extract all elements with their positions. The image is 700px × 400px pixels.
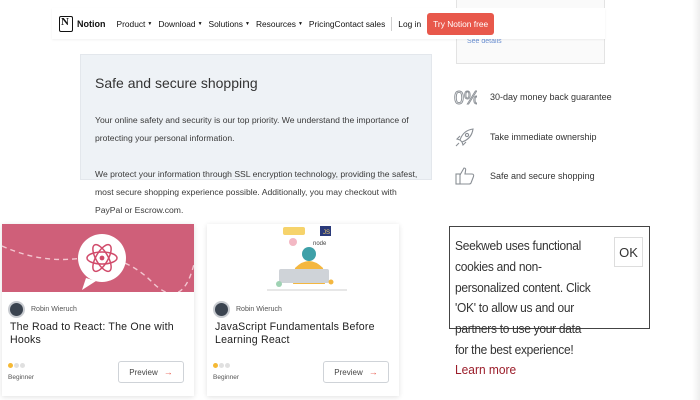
- arrow-right-icon: →: [163, 367, 173, 377]
- course-level: Beginner: [8, 374, 35, 381]
- course-card[interactable]: Robin Wieruch The Road to React: The One…: [2, 224, 194, 396]
- feature-item: 0% 30-day money back guarantee: [452, 84, 612, 110]
- svg-text:0%: 0%: [454, 88, 477, 108]
- notion-logo[interactable]: Notion: [59, 15, 106, 32]
- nav-divider: [391, 16, 393, 31]
- course-author: Robin Wieruch: [213, 301, 282, 318]
- navbar: Notion Product▼ Download▼ Solutions▼ Res…: [52, 8, 605, 39]
- chevron-down-icon: ▼: [197, 20, 203, 27]
- notion-logo-icon: [59, 15, 73, 32]
- secure-shopping-box: Safe and secure shopping Your online saf…: [80, 54, 432, 215]
- course-title[interactable]: JavaScript Fundamentals Before Learning …: [215, 321, 393, 347]
- course-author: Robin Wieruch: [8, 301, 77, 318]
- avatar: [213, 301, 230, 318]
- nav-item-solutions[interactable]: Solutions ▼: [209, 19, 250, 29]
- course-card[interactable]: JS node Robin Wieruch JavaScript Fundame…: [207, 224, 399, 396]
- course-title[interactable]: The Road to React: The One with Hooks: [10, 321, 188, 347]
- course-level: Beginner: [213, 374, 240, 381]
- feature-item: Safe and secure shopping: [452, 163, 595, 189]
- learn-more-link[interactable]: Learn more: [455, 362, 516, 377]
- secure-paragraph-2: We protect your information through SSL …: [95, 169, 418, 215]
- login-link[interactable]: Log in: [398, 19, 421, 29]
- zero-percent-icon: 0%: [452, 84, 478, 110]
- avatar: [8, 301, 25, 318]
- cookie-ok-button[interactable]: OK: [614, 237, 643, 267]
- course-thumbnail: [2, 224, 194, 292]
- page-edge: [692, 0, 700, 400]
- feature-item: Take immediate ownership: [452, 124, 597, 150]
- preview-button[interactable]: Preview →: [118, 361, 184, 383]
- cookie-message: Seekweb uses functional cookies and non-…: [455, 238, 591, 357]
- nav-item-download[interactable]: Download ▼: [158, 19, 202, 29]
- nav-menu: Product ▼ Download ▼ Solutions ▼ Resources ▼…: [117, 19, 335, 29]
- preview-button[interactable]: Preview →: [323, 361, 389, 383]
- try-notion-free-button[interactable]: Try Notion free: [427, 12, 495, 35]
- nav-item-resources[interactable]: Resources ▼: [256, 19, 303, 29]
- svg-text:node: node: [313, 241, 327, 247]
- chevron-down-icon: ▼: [147, 20, 153, 27]
- arrow-right-icon: →: [368, 367, 378, 377]
- brand-name: Notion: [77, 18, 106, 29]
- level-indicator: [213, 363, 231, 368]
- secure-heading: Safe and secure shopping: [95, 75, 258, 91]
- level-indicator: [8, 363, 26, 368]
- see-details-link[interactable]: See details: [467, 38, 502, 45]
- rocket-icon: [452, 124, 478, 150]
- svg-text:JS: JS: [323, 230, 330, 236]
- contact-sales-link[interactable]: Contact sales: [335, 19, 386, 29]
- nav-item-product[interactable]: Product ▼: [117, 19, 153, 29]
- chevron-down-icon: ▼: [244, 20, 250, 27]
- chevron-down-icon: ▼: [297, 20, 303, 27]
- thumbs-up-icon: [452, 163, 478, 189]
- secure-paragraph-1: Your online safety and security is our t…: [95, 115, 409, 143]
- course-thumbnail: JS node: [207, 224, 399, 292]
- nav-item-pricing[interactable]: Pricing: [309, 19, 335, 29]
